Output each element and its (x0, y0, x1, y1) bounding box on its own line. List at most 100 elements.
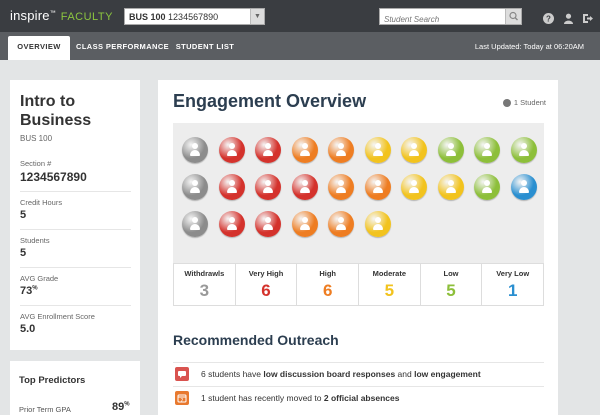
student-avatar-orange[interactable] (291, 137, 318, 163)
user-icon-head (520, 180, 527, 186)
level-high[interactable]: High 6 (297, 264, 360, 305)
outreach-item[interactable]: 7 1 student has recently moved to 2 offi… (173, 386, 544, 408)
level-label: Moderate (372, 269, 407, 278)
student-avatar-orange[interactable] (328, 211, 354, 237)
search-button[interactable] (505, 9, 521, 24)
student-avatar-yellow[interactable] (364, 137, 391, 163)
user-icon-body (445, 150, 456, 156)
stat-value: 1234567890 (20, 170, 87, 184)
stat-label: Credit Hours (20, 198, 63, 207)
user-icon-head (192, 180, 198, 186)
level-count: 5 (446, 281, 456, 300)
last-updated-text: Last Updated: Today at 06:20AM (474, 42, 584, 51)
stat-value: 5 (20, 247, 27, 259)
student-avatar-green[interactable] (474, 137, 500, 163)
outreach-title: Recommended Outreach (173, 332, 339, 348)
student-avatar-green[interactable] (437, 137, 464, 163)
user-icon-head (228, 143, 235, 149)
stat-value-wrap: 73% (20, 285, 131, 297)
student-avatar-red[interactable] (255, 174, 281, 200)
student-avatar-red[interactable] (255, 211, 281, 237)
student-avatar-orange[interactable] (328, 137, 354, 163)
user-icon-body (372, 150, 383, 156)
user-icon-body (518, 150, 529, 156)
user-icon-head (192, 217, 198, 223)
level-withdrawls[interactable]: Withdrawls 3 (174, 264, 236, 305)
chevron-down-icon[interactable]: ▼ (250, 9, 264, 24)
student-avatar-yellow[interactable] (401, 137, 427, 163)
search-input[interactable] (380, 12, 500, 27)
stat-credit-hours: Credit Hours 5 (20, 191, 131, 221)
user-icon-head (228, 180, 235, 186)
student-avatar-yellow[interactable] (364, 211, 391, 237)
user-icon-body (190, 150, 200, 156)
user-icon-body (482, 150, 492, 156)
help-icon[interactable]: ? (543, 11, 554, 24)
tab-class-performance[interactable]: CLASS PERFORMANCE (76, 36, 169, 60)
user-icon-body (372, 224, 383, 230)
student-avatar-gray[interactable] (182, 137, 208, 163)
outreach-item[interactable]: 6 students have low discussion board res… (173, 362, 544, 384)
user-icon-head (374, 217, 381, 223)
tab-student-list[interactable]: STUDENT LIST (174, 36, 236, 60)
user-icon-head (447, 180, 454, 186)
outreach-highlight: low discussion board responses (263, 369, 396, 379)
user-icon-head (301, 143, 308, 149)
student-avatar-red[interactable] (291, 174, 318, 200)
student-avatar-gray[interactable] (182, 211, 208, 237)
student-avatar-yellow[interactable] (437, 174, 464, 200)
student-avatar-green[interactable] (474, 174, 500, 200)
engagement-grid (173, 123, 544, 263)
level-label: Very High (248, 269, 284, 278)
user-icon-head (338, 217, 344, 223)
student-avatar-orange[interactable] (291, 211, 318, 237)
outreach-text: 1 student has recently moved to 2 offici… (201, 393, 399, 403)
nav-bar: OVERVIEW CLASS PERFORMANCE STUDENT LIST … (0, 32, 600, 60)
engagement-title: Engagement Overview (173, 91, 367, 111)
user-icon-head (301, 180, 308, 186)
user-account-icon[interactable] (563, 11, 574, 24)
student-avatar-red[interactable] (218, 174, 245, 200)
user-icon-head (374, 143, 381, 149)
course-select[interactable]: BUS 100 1234567890 ▼ (124, 8, 265, 25)
student-avatar-blue[interactable] (510, 174, 537, 200)
student-avatar-green[interactable] (510, 137, 537, 163)
level-moderate[interactable]: Moderate 5 (359, 264, 421, 305)
stat-value: 73 (20, 285, 33, 297)
user-icon-head (265, 180, 271, 186)
course-select-code: BUS 100 (129, 12, 166, 22)
student-avatar-yellow[interactable] (401, 174, 427, 200)
student-count: 1 Student (502, 98, 546, 108)
student-avatar-red[interactable] (218, 137, 245, 163)
level-low[interactable]: Low 5 (421, 264, 483, 305)
user-icon-body (372, 187, 383, 193)
student-avatar-orange[interactable] (328, 174, 354, 200)
level-very-low[interactable]: Very Low 1 (482, 264, 543, 305)
user-icon-body (263, 187, 273, 193)
student-avatar-red[interactable] (255, 137, 281, 163)
top-bar: inspire™ FACULTY BUS 100 1234567890 ▼ ? (0, 0, 600, 32)
logout-icon[interactable] (582, 11, 593, 23)
student-search (379, 8, 522, 27)
course-title: Intro to Business (20, 93, 92, 129)
user-icon-head (338, 180, 344, 186)
app-logo[interactable]: inspire™ FACULTY (10, 8, 113, 23)
outreach-text-part: 6 students have (201, 369, 264, 379)
user-icon (502, 99, 511, 108)
stat-avg-grade: AVG Grade 73% (20, 267, 131, 297)
tab-overview[interactable]: OVERVIEW (8, 36, 70, 60)
student-avatar-red[interactable] (218, 211, 245, 237)
user-icon-body (299, 187, 310, 193)
user-icon-body (336, 187, 346, 193)
level-label: High (319, 269, 337, 278)
user-icon-body (409, 187, 419, 193)
user-icon-body (336, 150, 346, 156)
level-count: 1 (507, 281, 518, 300)
student-avatar-gray[interactable] (182, 174, 208, 200)
predictor-value-wrap: 89% (112, 401, 130, 413)
user-icon-body (226, 187, 237, 193)
level-very-high[interactable]: Very High 6 (236, 264, 298, 305)
student-avatar-orange[interactable] (364, 174, 391, 200)
level-count: 5 (384, 281, 395, 300)
outreach-text: 6 students have low discussion board res… (201, 369, 481, 379)
